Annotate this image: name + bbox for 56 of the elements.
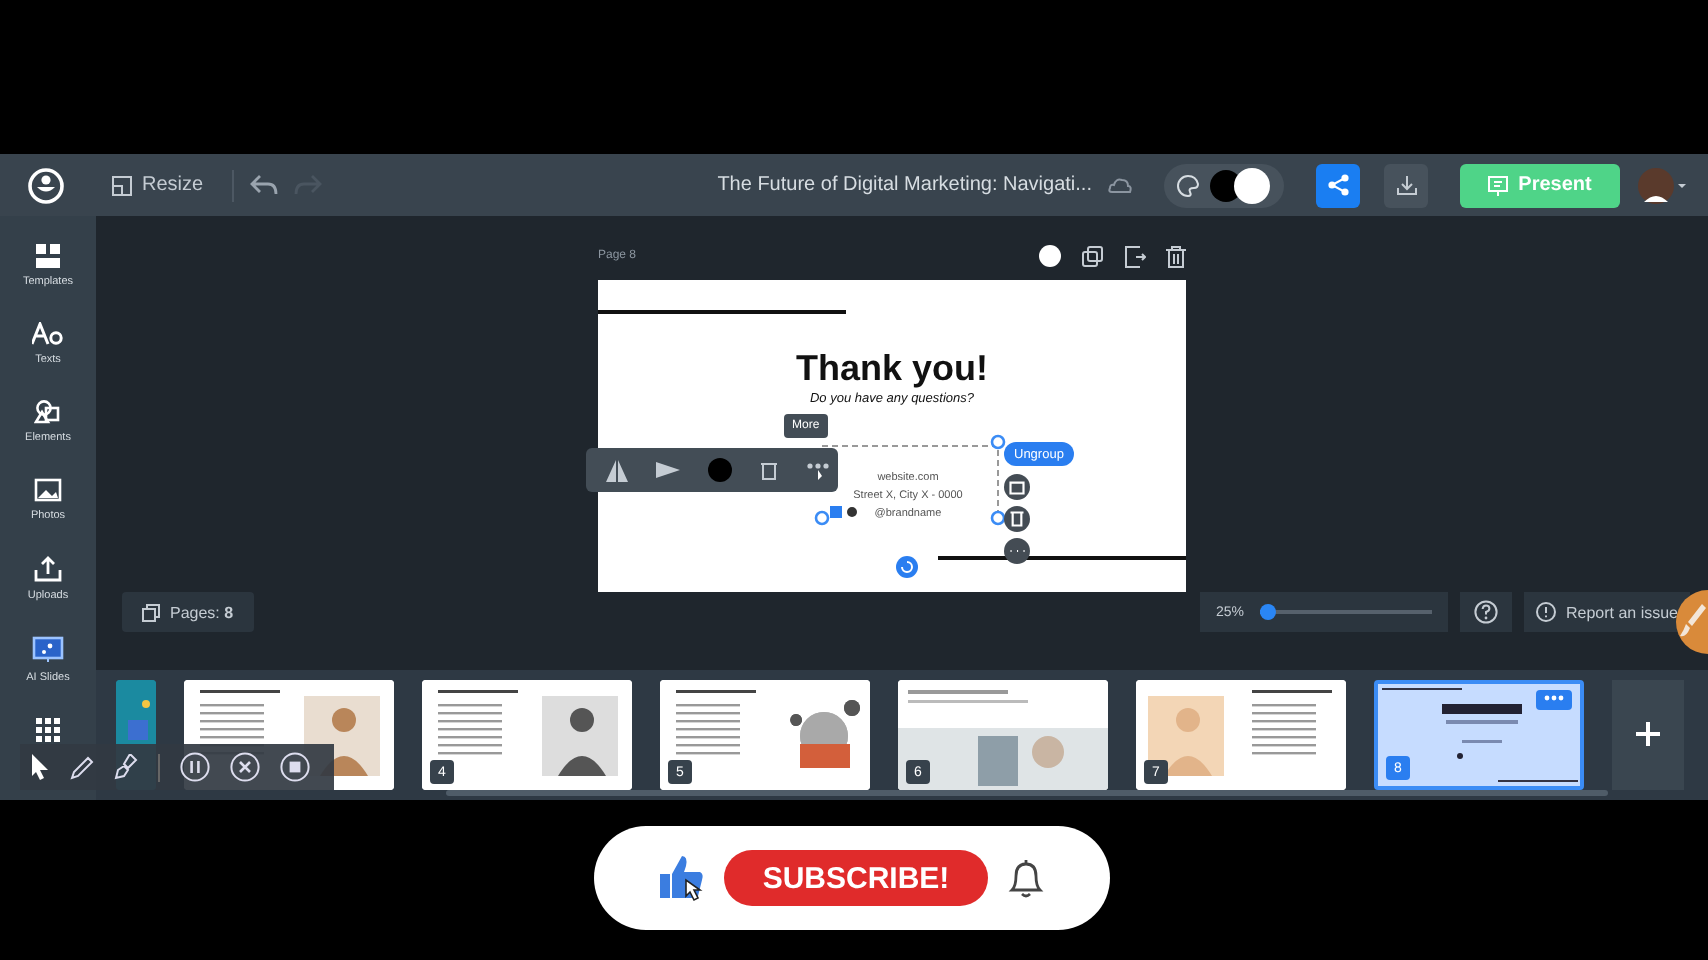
trash-icon[interactable] bbox=[1004, 506, 1030, 532]
undo-icon[interactable] bbox=[249, 173, 278, 197]
flip-icon[interactable] bbox=[606, 459, 628, 481]
add-page-button[interactable] bbox=[1612, 680, 1684, 790]
background-color-icon[interactable] bbox=[1038, 244, 1062, 268]
download-button[interactable] bbox=[1384, 163, 1428, 207]
avatar-icon[interactable] bbox=[1636, 165, 1688, 205]
more-button[interactable] bbox=[1536, 690, 1572, 710]
resize-icon bbox=[112, 175, 132, 195]
theme-toggle[interactable] bbox=[1208, 167, 1272, 203]
cloud-icon bbox=[1108, 177, 1132, 193]
report-button[interactable]: Report an issue bbox=[1523, 592, 1690, 632]
document-title[interactable]: The Future of Digital Marketing: Navigati... bbox=[717, 174, 1092, 196]
more-icon[interactable] bbox=[806, 460, 830, 480]
resize-button[interactable]: Resize bbox=[100, 170, 216, 200]
duplicate-icon[interactable] bbox=[1082, 245, 1104, 267]
palette-icon[interactable] bbox=[1176, 173, 1200, 197]
text-icon bbox=[32, 322, 64, 346]
brush-icon[interactable] bbox=[114, 754, 138, 780]
image-icon bbox=[34, 478, 62, 502]
share-icon bbox=[1327, 174, 1349, 196]
screen-icon bbox=[1488, 175, 1509, 195]
trash-icon[interactable] bbox=[1166, 245, 1186, 267]
shapes-icon bbox=[34, 400, 62, 424]
thumbs-up-icon[interactable] bbox=[656, 852, 708, 904]
slide-title: Thank you! bbox=[793, 348, 990, 388]
download-icon bbox=[1395, 174, 1417, 196]
monitor-icon bbox=[32, 636, 64, 664]
more-icon bbox=[1544, 694, 1564, 702]
color-swatch-icon[interactable] bbox=[708, 458, 732, 482]
close-icon[interactable] bbox=[230, 752, 260, 782]
subscribe-button[interactable]: SUBSCRIBE! bbox=[724, 850, 988, 906]
pencil-icon[interactable] bbox=[70, 755, 94, 779]
animation-icon[interactable] bbox=[656, 460, 680, 480]
rotate-icon[interactable] bbox=[896, 556, 918, 578]
info-icon bbox=[1535, 602, 1556, 622]
slider-thumb[interactable] bbox=[1260, 604, 1277, 620]
more-icon[interactable] bbox=[1004, 538, 1030, 564]
help-icon bbox=[1473, 600, 1498, 624]
trash-icon[interactable] bbox=[760, 460, 778, 480]
pointer-icon[interactable] bbox=[30, 754, 50, 780]
pages-icon bbox=[142, 603, 160, 621]
pause-icon[interactable] bbox=[180, 752, 210, 782]
layout-icon bbox=[35, 244, 60, 268]
brush-icon[interactable] bbox=[1676, 590, 1708, 654]
scrollbar[interactable] bbox=[446, 790, 1608, 796]
add-page-icon[interactable] bbox=[1124, 245, 1146, 267]
grid-icon[interactable] bbox=[36, 718, 60, 742]
share-button[interactable] bbox=[1316, 163, 1360, 207]
plus-icon bbox=[1636, 722, 1660, 746]
logo-icon[interactable] bbox=[28, 167, 64, 203]
stop-icon[interactable] bbox=[280, 752, 310, 782]
pages-button[interactable]: Pages: 8 bbox=[122, 592, 254, 632]
help-button[interactable] bbox=[1459, 592, 1512, 632]
bell-icon[interactable] bbox=[1004, 856, 1048, 900]
upload-icon bbox=[34, 556, 62, 582]
